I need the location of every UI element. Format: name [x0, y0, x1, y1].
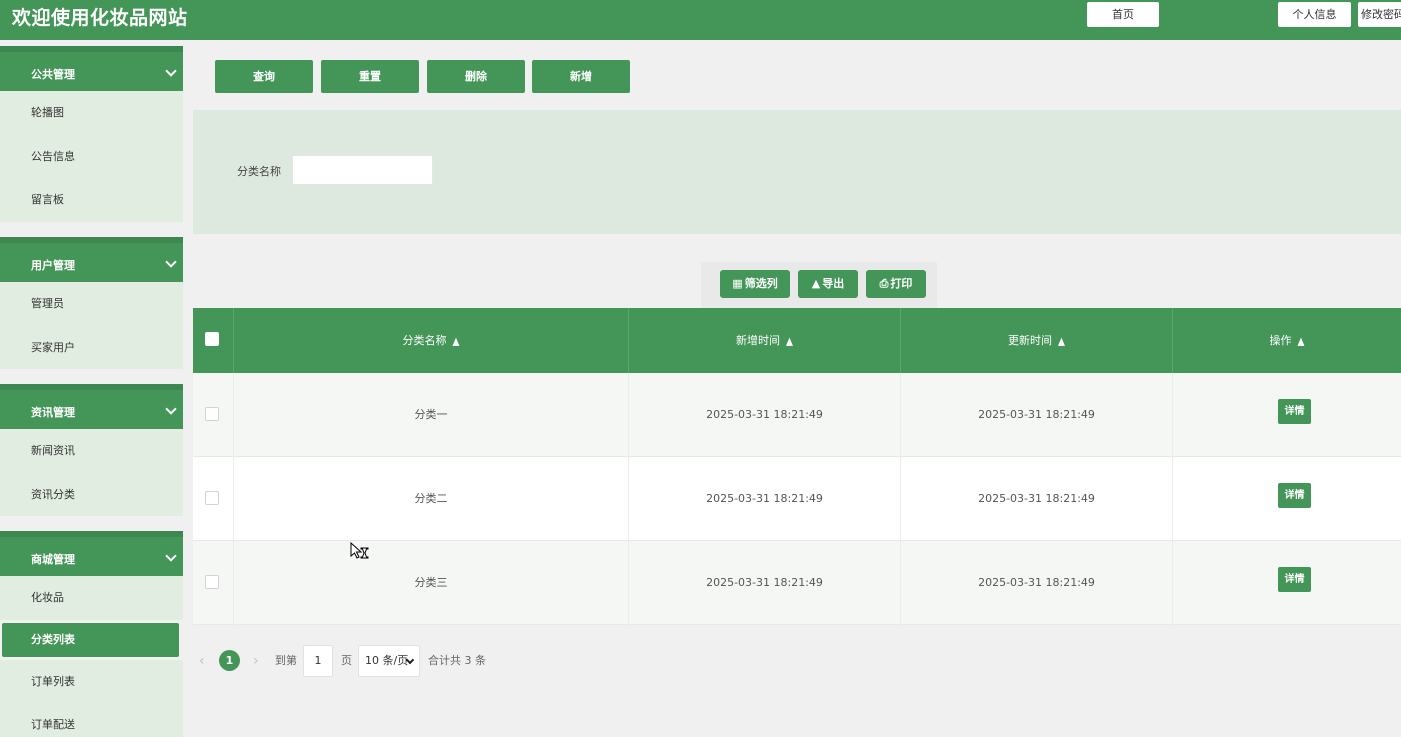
table-row: 分类二 2025-03-31 18:21:49 2025-03-31 18:21…: [193, 457, 1401, 541]
detail-button[interactable]: 详情: [1278, 399, 1311, 424]
page-unit-label: 页: [341, 654, 352, 667]
page-size-value: 10 条/页: [365, 654, 409, 667]
sidebar-group-title: 公共管理: [31, 68, 75, 81]
created-time-cell: 2025-03-31 18:21:49: [628, 457, 900, 541]
column-header-label: 操作: [1269, 334, 1292, 347]
export-icon: ▲: [811, 277, 821, 290]
sort-icon[interactable]: ▲: [1058, 304, 1065, 382]
sort-icon[interactable]: ▲: [786, 304, 793, 382]
sidebar-group-public: 公共管理 轮播图 公告信息 留言板: [0, 46, 183, 222]
print-icon: ⎙: [879, 277, 889, 290]
sidebar-item-category-list[interactable]: 分类列表: [2, 622, 179, 657]
updated-time-cell: 2025-03-31 18:21:49: [900, 373, 1172, 457]
sidebar-item-news-category[interactable]: 资讯分类: [0, 472, 183, 516]
chevron-down-icon: [165, 256, 177, 268]
created-time-cell: 2025-03-31 18:21:49: [628, 373, 900, 457]
total-count: 合计共 3 条: [428, 654, 486, 667]
filter-columns-button[interactable]: ▦ 筛选列: [720, 270, 790, 298]
reset-button[interactable]: 重置: [321, 60, 419, 93]
sidebar-group-title: 用户管理: [31, 259, 75, 272]
sidebar-item-admin[interactable]: 管理员: [0, 282, 183, 326]
sidebar-group-news: 资讯管理 新闻资讯 资讯分类: [0, 384, 183, 516]
category-name-cell: 分类三: [233, 541, 628, 625]
sidebar: 公共管理 轮播图 公告信息 留言板 用户管理 管理员 买家用户 资讯管理 新闻资…: [0, 40, 186, 737]
detail-button[interactable]: 详情: [1278, 567, 1311, 592]
profile-button[interactable]: 个人信息: [1278, 2, 1351, 27]
sidebar-item-buyer[interactable]: 买家用户: [0, 325, 183, 369]
current-page-button[interactable]: 1: [219, 650, 240, 671]
columns-icon: ▦: [732, 277, 743, 290]
print-button[interactable]: ⎙ 打印: [866, 270, 926, 298]
export-label: 导出: [822, 277, 845, 290]
next-page-icon[interactable]: ›: [253, 649, 259, 673]
sort-icon[interactable]: ▲: [1298, 304, 1305, 382]
search-panel: 分类名称: [193, 110, 1401, 234]
column-header-updated[interactable]: 更新时间 ▲: [900, 308, 1172, 373]
category-name-cell: 分类二: [233, 457, 628, 541]
chevron-down-icon: [165, 65, 177, 77]
sidebar-group-header[interactable]: 资讯管理: [0, 384, 183, 429]
chevron-down-icon: [165, 550, 177, 562]
category-name-label: 分类名称: [237, 165, 281, 178]
column-header-actions[interactable]: 操作 ▲: [1172, 308, 1401, 373]
row-checkbox[interactable]: [205, 575, 219, 589]
site-title: 欢迎使用化妆品网站: [12, 7, 188, 29]
column-header-label: 分类名称: [402, 334, 447, 347]
actions-cell: 详情: [1172, 541, 1401, 625]
column-header-created[interactable]: 新增时间 ▲: [628, 308, 900, 373]
sidebar-group-title: 资讯管理: [31, 406, 75, 419]
print-label: 打印: [890, 277, 913, 290]
page-size-select[interactable]: 10 条/页: [358, 645, 420, 677]
row-checkbox[interactable]: [205, 407, 219, 421]
query-button[interactable]: 查询: [215, 60, 313, 93]
actions-cell: 详情: [1172, 373, 1401, 457]
sidebar-item-news[interactable]: 新闻资讯: [0, 429, 183, 473]
column-header-label: 新增时间: [736, 334, 781, 347]
filter-columns-label: 筛选列: [744, 277, 778, 290]
actions-cell: 详情: [1172, 457, 1401, 541]
sidebar-item-cosmetics[interactable]: 化妆品: [0, 576, 183, 620]
category-name-input[interactable]: [292, 155, 433, 185]
sidebar-group-header[interactable]: 公共管理: [0, 46, 183, 91]
column-header-label: 更新时间: [1008, 334, 1053, 347]
column-header-name[interactable]: 分类名称 ▲︎: [233, 308, 628, 373]
sidebar-group-users: 用户管理 管理员 买家用户: [0, 237, 183, 369]
sidebar-group-header[interactable]: 商城管理: [0, 531, 183, 576]
table-row: 分类三 2025-03-31 18:21:49 2025-03-31 18:21…: [193, 541, 1401, 625]
select-all-checkbox[interactable]: [205, 332, 219, 346]
detail-button[interactable]: 详情: [1278, 483, 1311, 508]
delete-button[interactable]: 删除: [427, 60, 525, 93]
change-password-button[interactable]: 修改密码: [1358, 2, 1401, 27]
row-checkbox[interactable]: [205, 491, 219, 505]
goto-label: 到第: [275, 654, 297, 667]
sidebar-item-notice[interactable]: 公告信息: [0, 134, 183, 178]
top-header: 欢迎使用化妆品网站 首页 个人信息 修改密码: [0, 0, 1401, 40]
updated-time-cell: 2025-03-31 18:21:49: [900, 541, 1172, 625]
category-name-cell: 分类一: [233, 373, 628, 457]
sidebar-group-shop: 商城管理 化妆品 分类列表 订单列表 订单配送: [0, 531, 183, 737]
sidebar-item-order-delivery[interactable]: 订单配送: [0, 703, 183, 737]
add-button[interactable]: 新增: [532, 60, 630, 93]
prev-page-icon[interactable]: ‹: [199, 649, 205, 673]
busy-cursor-icon: [350, 542, 369, 559]
updated-time-cell: 2025-03-31 18:21:49: [900, 457, 1172, 541]
sort-icon[interactable]: ▲︎: [453, 304, 460, 382]
created-time-cell: 2025-03-31 18:21:49: [628, 541, 900, 625]
sidebar-group-header[interactable]: 用户管理: [0, 237, 183, 282]
chevron-down-icon: [165, 403, 177, 415]
sidebar-item-message-board[interactable]: 留言板: [0, 178, 183, 222]
table-header: 分类名称 ▲︎ 新增时间 ▲ 更新时间 ▲ 操作 ▲: [193, 308, 1401, 373]
page-jump-input[interactable]: 1: [303, 645, 333, 677]
sidebar-group-title: 商城管理: [31, 553, 75, 566]
table-row: 分类一 2025-03-31 18:21:49 2025-03-31 18:21…: [193, 373, 1401, 457]
sidebar-item-order-list[interactable]: 订单列表: [0, 659, 183, 703]
home-button[interactable]: 首页: [1087, 2, 1159, 27]
sidebar-item-carousel[interactable]: 轮播图: [0, 91, 183, 135]
export-button[interactable]: ▲ 导出: [798, 270, 858, 298]
